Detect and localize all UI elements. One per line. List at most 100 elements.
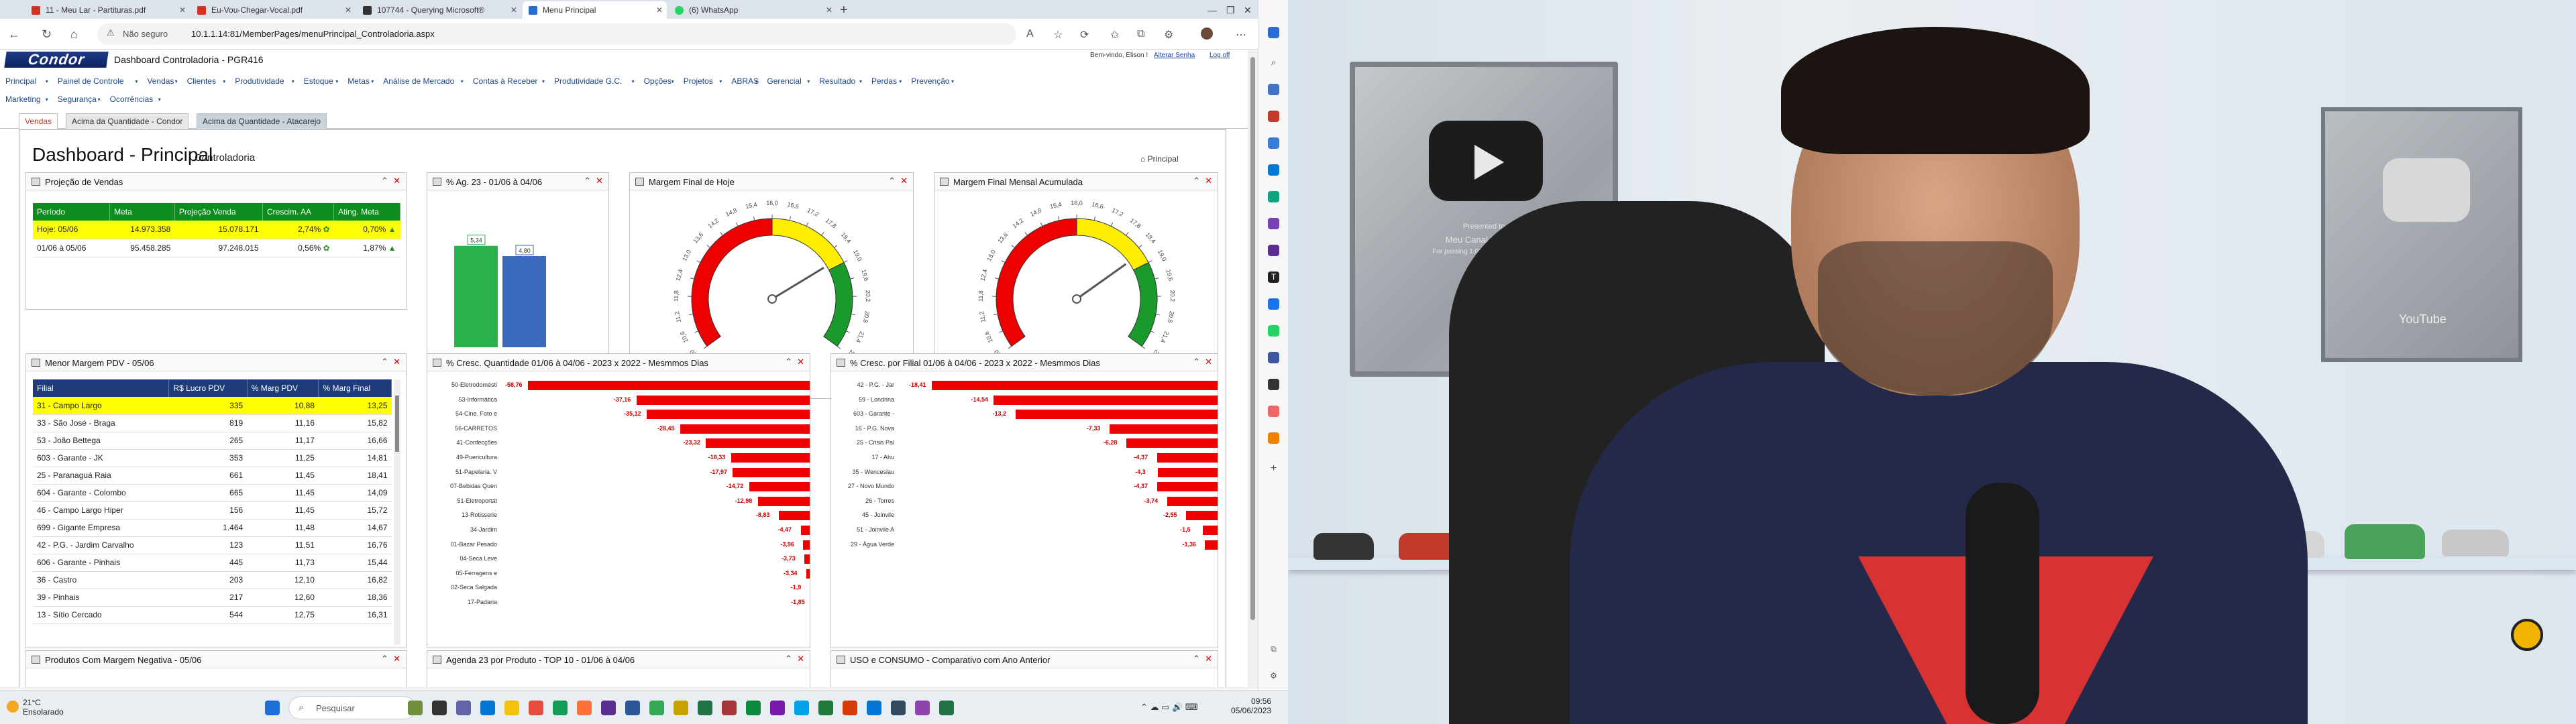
menu-item[interactable]: Vendas <box>147 76 174 86</box>
explorer-icon[interactable] <box>504 701 519 715</box>
close-icon[interactable]: ✕ <box>656 1 663 19</box>
vs-code-icon[interactable] <box>770 701 785 715</box>
bar[interactable] <box>1015 410 1218 420</box>
collapse-icon[interactable]: ⌃ <box>1193 176 1200 186</box>
column-header[interactable]: Meta <box>109 203 175 221</box>
access-icon[interactable] <box>722 701 737 715</box>
bar[interactable] <box>706 438 810 448</box>
url-field[interactable]: ⚠ Não seguro 10.1.1.14:81/MemberPages/me… <box>97 23 1016 45</box>
column-header[interactable]: Filial <box>33 379 170 397</box>
app-icon[interactable] <box>529 701 543 715</box>
bar[interactable] <box>757 496 810 506</box>
menu-item[interactable]: Produtividade G.C. <box>554 76 622 86</box>
add-icon[interactable]: + <box>1268 463 1279 474</box>
column-header[interactable]: Projeção Venda <box>174 203 264 221</box>
menu-item[interactable]: Análise de Mercado <box>383 76 454 86</box>
bar[interactable] <box>528 381 810 390</box>
logoff-link[interactable]: Log off <box>1210 52 1230 59</box>
social-icon[interactable] <box>1268 352 1279 363</box>
close-icon[interactable]: ✕ <box>393 654 400 664</box>
read-aloud-icon[interactable]: A <box>1026 28 1034 40</box>
rss-icon[interactable] <box>1268 432 1279 444</box>
bar[interactable] <box>1126 438 1218 448</box>
minimize-icon[interactable]: — <box>1208 1 1217 19</box>
principal-link[interactable]: ⌂ Principal <box>1140 154 1179 164</box>
tab-vendas[interactable]: Vendas <box>19 113 58 129</box>
bar[interactable] <box>806 568 810 579</box>
new-tab-button[interactable]: + <box>840 1 848 19</box>
excel3-icon[interactable] <box>939 701 954 715</box>
collapse-icon[interactable]: ⌃ <box>1193 654 1200 664</box>
tab-acima-atacarejo[interactable]: Acima da Quantidade - Atacarejo <box>197 113 327 129</box>
collapse-icon[interactable]: ⌃ <box>381 176 388 186</box>
bar[interactable] <box>733 467 810 477</box>
chrome-profile-icon[interactable] <box>649 701 664 715</box>
close-icon[interactable]: ✕ <box>393 176 400 186</box>
menu-item[interactable]: Principal <box>5 76 36 86</box>
change-password-link[interactable]: Alterar Senha <box>1154 52 1195 59</box>
column-header[interactable]: Ating. Meta <box>333 203 400 221</box>
firefox-icon[interactable] <box>577 701 592 715</box>
close-icon[interactable]: ✕ <box>511 1 517 19</box>
favorite-icon[interactable]: ☆ <box>1053 28 1063 42</box>
bar[interactable] <box>994 395 1218 405</box>
close-icon[interactable]: ✕ <box>179 1 186 19</box>
bar[interactable] <box>1109 424 1218 434</box>
car-icon[interactable] <box>1268 379 1279 390</box>
outlook-icon[interactable] <box>867 701 881 715</box>
menu-item[interactable]: Prevenção <box>911 76 949 86</box>
menu-item[interactable]: Metas <box>347 76 370 86</box>
music-icon[interactable] <box>1268 406 1279 417</box>
start-icon[interactable] <box>265 701 280 715</box>
collapse-icon[interactable]: ⌃ <box>381 654 388 664</box>
chrome-icon[interactable] <box>553 701 568 715</box>
bar[interactable] <box>1203 526 1218 535</box>
close-icon[interactable]: ✕ <box>1205 357 1212 367</box>
tab-pdf-meu-lar[interactable]: 11 - Meu Lar - Partituras.pdf ✕ <box>25 1 190 19</box>
collections-icon[interactable]: ⧉ <box>1137 28 1144 40</box>
app4-icon[interactable] <box>915 701 930 715</box>
tab-menu-principal[interactable]: Menu Principal ✕ <box>523 1 667 19</box>
menu-item[interactable]: Opções <box>644 76 672 86</box>
reload-icon[interactable]: ↻ <box>42 26 52 42</box>
app2-icon[interactable] <box>746 701 761 715</box>
table-row[interactable]: 699 - Gigante Empresa 1.464 11,48 14,67 <box>33 519 392 537</box>
outlook-icon[interactable] <box>1268 164 1279 176</box>
table-row[interactable]: 39 - Pinhais 217 12,60 18,36 <box>33 589 392 607</box>
home-icon[interactable]: ⌂ <box>70 26 78 42</box>
page-scrollbar[interactable] <box>1248 50 1258 687</box>
close-icon[interactable]: ✕ <box>1205 176 1212 186</box>
collapse-icon[interactable]: ⌃ <box>381 357 388 367</box>
task-view-icon[interactable] <box>432 701 447 715</box>
table-row[interactable]: 606 - Garante - Pinhais 445 11,73 15,44 <box>33 554 392 572</box>
bar[interactable] <box>800 526 810 535</box>
bar[interactable] <box>647 410 810 420</box>
bar-meta[interactable] <box>454 245 498 347</box>
column-header[interactable]: Período <box>33 203 111 221</box>
refresh-page-icon[interactable]: ⟳ <box>1080 28 1089 42</box>
shopping-icon[interactable] <box>1268 111 1279 122</box>
close-icon[interactable]: ✕ <box>345 1 352 19</box>
bar[interactable] <box>804 554 810 564</box>
bar[interactable] <box>778 511 810 521</box>
collapse-icon[interactable]: ⌃ <box>785 357 792 367</box>
close-icon[interactable]: ✕ <box>900 176 908 186</box>
table-row[interactable]: 33 - São José - Braga 819 11,16 15,82 <box>33 414 392 432</box>
bar[interactable] <box>1186 511 1218 521</box>
menu-item[interactable]: Ocorrências <box>110 95 154 104</box>
widgets-icon[interactable] <box>408 701 423 715</box>
collapse-icon[interactable]: ⌃ <box>888 176 896 186</box>
taskbar-search[interactable]: ⌕ Pesquisar <box>288 697 416 719</box>
copilot-icon[interactable] <box>1268 27 1279 38</box>
close-icon[interactable]: ✕ <box>797 654 804 664</box>
excel-icon[interactable] <box>698 701 712 715</box>
favorites-icon[interactable]: ✩ <box>1110 28 1119 42</box>
close-icon[interactable]: ✕ <box>826 1 833 19</box>
search-icon[interactable]: ⌕ <box>1268 57 1279 68</box>
apps-icon[interactable] <box>1268 191 1279 202</box>
table-row[interactable]: 42 - P.G. - Jardim Carvalho 123 11,51 16,76 <box>33 536 392 554</box>
close-icon[interactable]: ✕ <box>1205 654 1212 664</box>
menu-item[interactable]: Segurança <box>58 95 97 104</box>
excel2-icon[interactable] <box>818 701 833 715</box>
games-icon[interactable] <box>1268 137 1279 149</box>
